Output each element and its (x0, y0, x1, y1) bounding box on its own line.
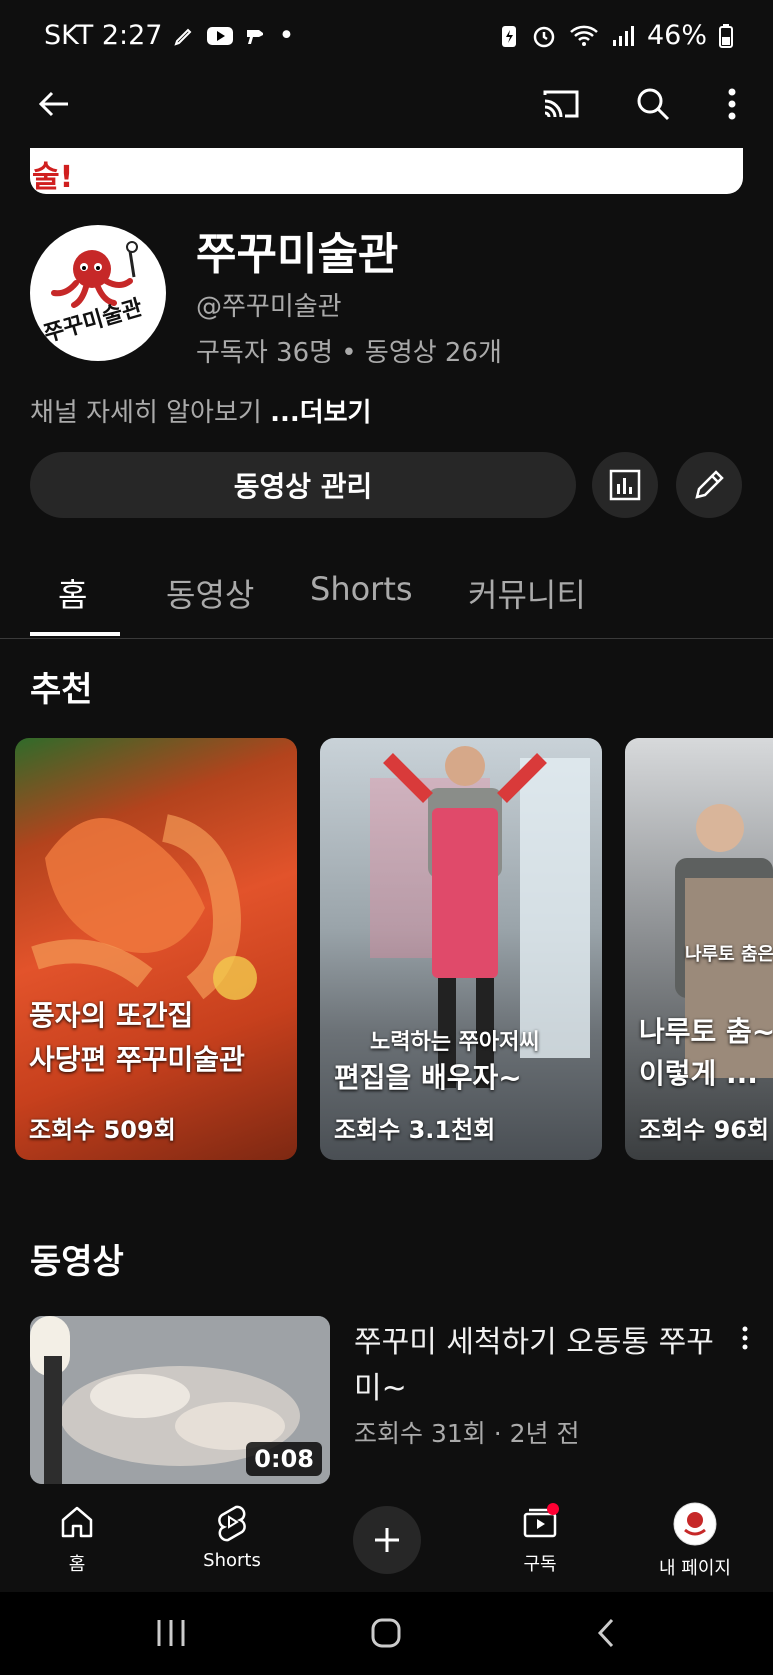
more-link: ...더보기 (270, 398, 372, 428)
search-icon (637, 88, 670, 121)
system-navigation-bar (0, 1592, 773, 1675)
short-card[interactable]: 나루토 춤은 나루토 춤~ 이렇게 ... 조회수 96회 (625, 738, 773, 1160)
short-title-line1: 나루토 춤~ (639, 1015, 773, 1048)
channel-about-link[interactable]: 채널 자세히 알아보기 ...더보기 (30, 392, 371, 429)
wifi-icon (570, 25, 598, 46)
nav-you[interactable]: 내 페이지 (635, 1502, 755, 1580)
plus-icon (375, 1528, 399, 1552)
short-views: 조회수 3.1천회 (334, 1116, 496, 1144)
profile-avatar-icon (673, 1502, 717, 1546)
nav-subscriptions[interactable]: 구독 (480, 1502, 600, 1576)
pen-icon (174, 28, 192, 46)
more-vert-icon (742, 1326, 748, 1350)
shorts-icon (218, 1505, 246, 1542)
chevron-left-icon (597, 1618, 614, 1648)
video-meta: 조회수 31회 · 2년 전 (354, 1419, 580, 1448)
short-thumbnail (370, 746, 590, 1088)
nav-you-label: 내 페이지 (659, 1558, 731, 1579)
manage-videos-button[interactable]: 동영상 관리 (30, 452, 576, 518)
recommended-section-title: 추천 (30, 670, 93, 710)
video-duration: 0:08 (246, 1442, 322, 1476)
recents-icon (157, 1620, 185, 1646)
edit-channel-button[interactable] (676, 452, 742, 518)
short-title-line2: 편집을 배우자~ (334, 1061, 522, 1094)
status-right: 46% (499, 20, 733, 51)
status-left: SKT 2:27 • (44, 20, 294, 51)
short-thumbnail (31, 814, 257, 1000)
recent-apps-button[interactable] (145, 1610, 197, 1656)
nav-home[interactable]: 홈 (17, 1502, 137, 1576)
tab-community[interactable]: 커뮤니티 (468, 570, 586, 616)
tab-shorts[interactable]: Shorts (310, 570, 413, 608)
video-thumbnail[interactable]: 0:08 (30, 1316, 330, 1484)
more-options-button[interactable] (706, 78, 758, 130)
home-icon (61, 1506, 93, 1538)
active-tab-indicator (30, 632, 120, 636)
channel-tabs: 홈 동영상 Shorts 커뮤니티 (0, 560, 773, 639)
hairdryer-icon (247, 29, 264, 44)
alarm-icon (533, 26, 555, 47)
more-vert-icon (728, 88, 736, 120)
about-text: 채널 자세히 알아보기 (30, 398, 262, 428)
nav-home-label: 홈 (68, 1554, 86, 1575)
nav-subscriptions-label: 구독 (523, 1554, 557, 1575)
channel-stats: 구독자 36명 • 동영상 26개 (196, 338, 502, 368)
top-app-bar (0, 72, 773, 136)
tab-videos[interactable]: 동영상 (166, 570, 254, 616)
channel-name: 쭈꾸미술관 (196, 229, 399, 280)
channel-banner[interactable]: 술! (30, 148, 743, 194)
status-bar: SKT 2:27 • 46% (0, 0, 773, 72)
channel-handle: @쭈꾸미술관 (196, 292, 342, 322)
video-title[interactable]: 쭈꾸미 세척하기 오동통 쭈꾸미~ (354, 1320, 714, 1412)
pencil-icon (695, 470, 724, 499)
signal-icon (612, 25, 634, 46)
notification-dot: • (278, 20, 295, 51)
banner-text: 술! (32, 160, 74, 194)
carrier-time: SKT 2:27 (44, 20, 163, 51)
tab-home[interactable]: 홈 (58, 570, 87, 616)
cast-button[interactable] (535, 78, 587, 130)
nav-shorts-label: Shorts (203, 1550, 261, 1571)
create-button[interactable] (353, 1506, 421, 1574)
back-arrow-icon (38, 91, 68, 117)
battery-icon (719, 23, 733, 48)
home-circle-icon (371, 1618, 401, 1648)
nav-shorts[interactable]: Shorts (172, 1502, 292, 1571)
video-more-button[interactable] (730, 1318, 760, 1358)
channel-avatar[interactable]: 쭈꾸미술관 (30, 225, 166, 361)
back-button[interactable] (28, 78, 80, 130)
videos-section-title: 동영상 (30, 1242, 124, 1282)
short-views: 조회수 509회 (29, 1116, 176, 1144)
youtube-icon (207, 26, 234, 45)
search-button[interactable] (627, 78, 679, 130)
home-system-button[interactable] (360, 1610, 412, 1656)
short-card[interactable]: 풍자의 또간집 사당편 쭈꾸미술관 조회수 509회 (15, 738, 297, 1160)
analytics-button[interactable] (592, 452, 658, 518)
battery-saver-icon (501, 25, 516, 47)
analytics-icon (609, 469, 641, 501)
system-back-button[interactable] (580, 1610, 632, 1656)
short-overlay-text: 노력하는 쭈아저씨 (370, 1030, 540, 1055)
short-card[interactable]: 노력하는 쭈아저씨 편집을 배우자~ 조회수 3.1천회 (320, 738, 602, 1160)
bottom-navigation: 홈 Shorts 구독 내 페이지 (0, 1496, 773, 1592)
short-views: 조회수 96회 (639, 1116, 770, 1144)
cast-icon (543, 90, 579, 118)
short-title-line1: 풍자의 또간집 (29, 999, 194, 1032)
short-overlay-text: 나루토 춤은 (685, 944, 773, 965)
subscriptions-icon (523, 1503, 559, 1538)
battery-percent: 46% (646, 20, 707, 51)
short-title-line2: 사당편 쭈꾸미술관 (29, 1043, 245, 1076)
short-title-line2: 이렇게 ... (639, 1057, 758, 1090)
